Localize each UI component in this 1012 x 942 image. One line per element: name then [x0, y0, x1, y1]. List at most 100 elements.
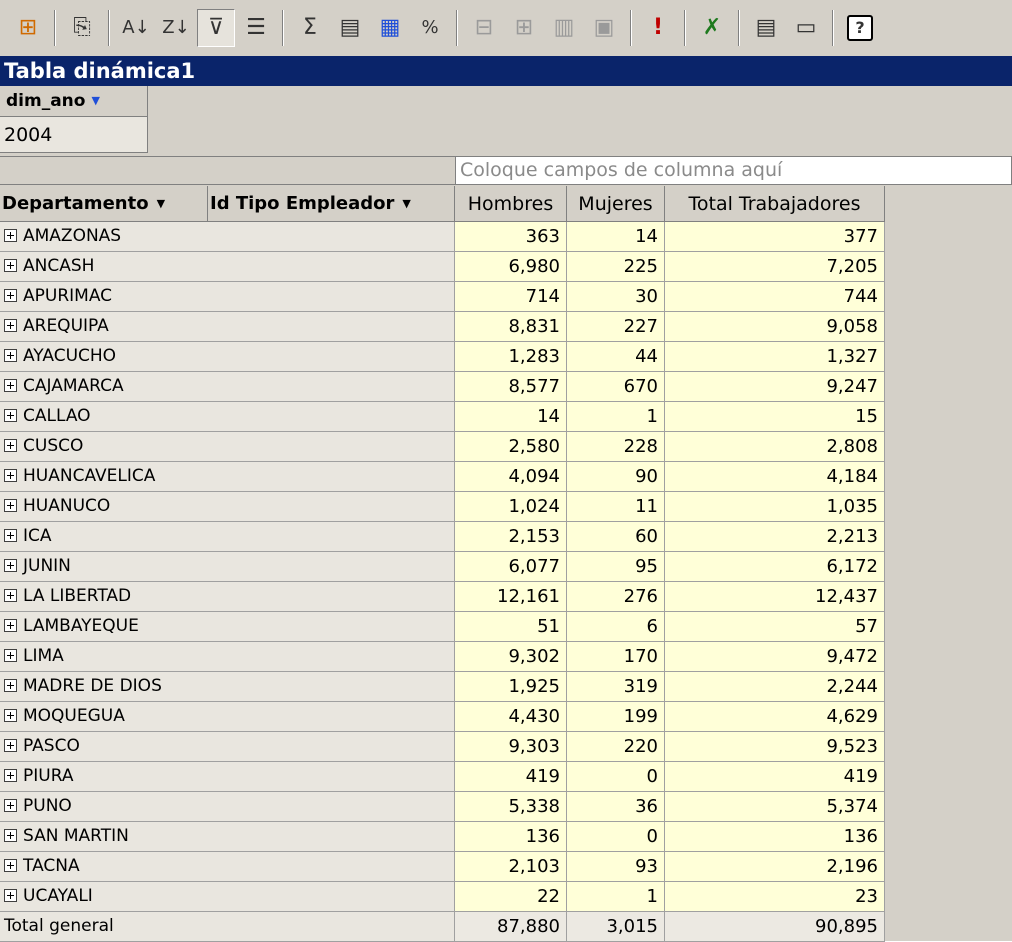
mujeres-cell[interactable]: 1 — [567, 402, 665, 432]
pivot-table-icon[interactable]: ⊞ — [9, 9, 47, 47]
total-cell[interactable]: 744 — [665, 282, 885, 312]
expand-icon[interactable] — [4, 889, 17, 902]
expand-icon[interactable] — [4, 409, 17, 422]
department-cell[interactable]: CALLAO — [0, 402, 455, 432]
expand-icon[interactable] — [4, 469, 17, 482]
expand-icon[interactable] — [4, 619, 17, 632]
total-cell[interactable]: 2,808 — [665, 432, 885, 462]
mujeres-cell[interactable]: 276 — [567, 582, 665, 612]
expand-icon[interactable] — [4, 529, 17, 542]
mujeres-cell[interactable]: 228 — [567, 432, 665, 462]
mujeres-cell[interactable]: 44 — [567, 342, 665, 372]
department-cell[interactable]: HUANCAVELICA — [0, 462, 455, 492]
expand-icon[interactable] — [4, 319, 17, 332]
hide-details-icon[interactable]: ▥ — [545, 9, 583, 47]
autocalc-icon[interactable]: Σ — [291, 9, 329, 47]
expand-icon[interactable] — [4, 559, 17, 572]
mujeres-cell[interactable]: 225 — [567, 252, 665, 282]
department-cell[interactable]: MOQUEGUA — [0, 702, 455, 732]
copy-icon[interactable]: ⎘ — [63, 9, 101, 47]
department-cell[interactable]: SAN MARTIN — [0, 822, 455, 852]
total-cell[interactable]: 1,327 — [665, 342, 885, 372]
hombres-cell[interactable]: 4,094 — [455, 462, 567, 492]
mujeres-cell[interactable]: 30 — [567, 282, 665, 312]
expand-icon[interactable] — [4, 499, 17, 512]
mujeres-cell[interactable]: 90 — [567, 462, 665, 492]
department-cell[interactable]: ICA — [0, 522, 455, 552]
total-cell[interactable]: 15 — [665, 402, 885, 432]
dropdown-arrow-icon[interactable]: ▼ — [157, 186, 165, 222]
hombres-cell[interactable]: 1,925 — [455, 672, 567, 702]
total-cell[interactable]: 2,213 — [665, 522, 885, 552]
department-cell[interactable]: APURIMAC — [0, 282, 455, 312]
total-cell[interactable]: 377 — [665, 222, 885, 252]
hombres-cell[interactable]: 8,831 — [455, 312, 567, 342]
hombres-cell[interactable]: 2,103 — [455, 852, 567, 882]
expand-icon[interactable] — [4, 589, 17, 602]
expand-icon[interactable] — [4, 859, 17, 872]
export-to-excel-icon[interactable]: ✗ — [693, 9, 731, 47]
refresh-icon[interactable]: ! — [639, 9, 677, 47]
hombres-cell[interactable]: 12,161 — [455, 582, 567, 612]
total-cell[interactable]: 136 — [665, 822, 885, 852]
expand-icon[interactable] — [4, 289, 17, 302]
department-cell[interactable]: LAMBAYEQUE — [0, 612, 455, 642]
department-cell[interactable]: LIMA — [0, 642, 455, 672]
mujeres-cell[interactable]: 220 — [567, 732, 665, 762]
mujeres-cell[interactable]: 14 — [567, 222, 665, 252]
mujeres-cell[interactable]: 36 — [567, 792, 665, 822]
expand-icon[interactable] — [4, 709, 17, 722]
hombres-cell[interactable]: 5,338 — [455, 792, 567, 822]
hombres-cell[interactable]: 1,024 — [455, 492, 567, 522]
expand-icon[interactable] — [4, 259, 17, 272]
total-cell[interactable]: 2,244 — [665, 672, 885, 702]
total-cell[interactable]: 419 — [665, 762, 885, 792]
total-cell[interactable]: 23 — [665, 882, 885, 912]
sort-ascending-icon[interactable]: A↓ — [117, 9, 155, 47]
department-cell[interactable]: ANCASH — [0, 252, 455, 282]
dropdown-arrow-icon[interactable]: ▼ — [402, 186, 410, 222]
expand-icon[interactable] — [4, 829, 17, 842]
hombres-cell[interactable]: 51 — [455, 612, 567, 642]
expand-icon[interactable] — [4, 649, 17, 662]
department-cell[interactable]: AYACUCHO — [0, 342, 455, 372]
show-details-icon[interactable]: ▣ — [585, 9, 623, 47]
expand-icon[interactable] — [4, 799, 17, 812]
grand-total-hombres[interactable]: 87,880 — [455, 912, 567, 942]
grand-total-mujeres[interactable]: 3,015 — [567, 912, 665, 942]
mujeres-cell[interactable]: 170 — [567, 642, 665, 672]
column-header-hombres[interactable]: Hombres — [455, 186, 567, 222]
department-cell[interactable]: MADRE DE DIOS — [0, 672, 455, 702]
department-cell[interactable]: TACNA — [0, 852, 455, 882]
total-cell[interactable]: 9,247 — [665, 372, 885, 402]
department-cell[interactable]: LA LIBERTAD — [0, 582, 455, 612]
department-cell[interactable]: AREQUIPA — [0, 312, 455, 342]
department-cell[interactable]: CUSCO — [0, 432, 455, 462]
autofilter-icon[interactable]: ⊽ — [197, 9, 235, 47]
show-top-bottom-icon[interactable]: ☰ — [237, 9, 275, 47]
department-cell[interactable]: PASCO — [0, 732, 455, 762]
mujeres-cell[interactable]: 0 — [567, 822, 665, 852]
dropdown-arrow-icon[interactable]: ▼ — [91, 86, 99, 116]
expand-icon[interactable] — [4, 739, 17, 752]
total-cell[interactable]: 4,629 — [665, 702, 885, 732]
show-as-icon[interactable]: % — [411, 9, 449, 47]
mujeres-cell[interactable]: 199 — [567, 702, 665, 732]
hombres-cell[interactable]: 363 — [455, 222, 567, 252]
hombres-cell[interactable]: 6,980 — [455, 252, 567, 282]
expand-icon[interactable] — [4, 769, 17, 782]
expand-icon[interactable] — [4, 379, 17, 392]
department-cell[interactable]: CAJAMARCA — [0, 372, 455, 402]
hombres-cell[interactable]: 8,577 — [455, 372, 567, 402]
total-cell[interactable]: 5,374 — [665, 792, 885, 822]
mujeres-cell[interactable]: 60 — [567, 522, 665, 552]
grand-total-total[interactable]: 90,895 — [665, 912, 885, 942]
expand-icon[interactable] — [4, 679, 17, 692]
mujeres-cell[interactable]: 93 — [567, 852, 665, 882]
department-cell[interactable]: PIURA — [0, 762, 455, 792]
total-cell[interactable]: 1,035 — [665, 492, 885, 522]
mujeres-cell[interactable]: 670 — [567, 372, 665, 402]
property-toolbox-icon[interactable]: ▭ — [787, 9, 825, 47]
mujeres-cell[interactable]: 6 — [567, 612, 665, 642]
total-cell[interactable]: 9,472 — [665, 642, 885, 672]
